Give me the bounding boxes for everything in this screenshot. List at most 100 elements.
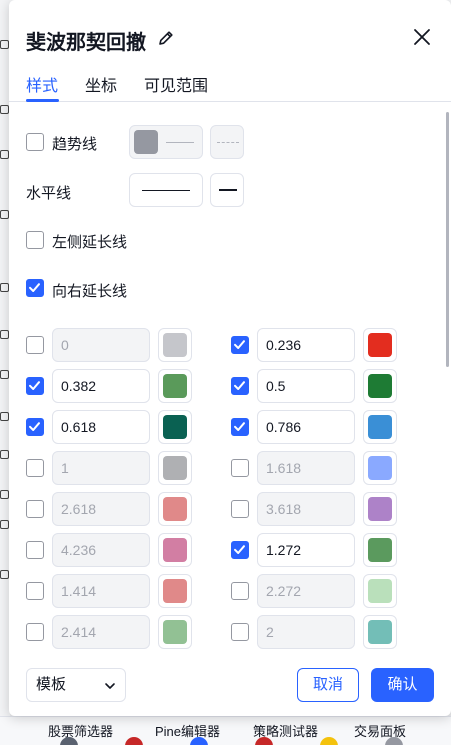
level-10-color-swatch[interactable] (158, 533, 192, 567)
color-fill (368, 579, 392, 603)
level-7-value-input[interactable]: 1.618 (257, 451, 355, 485)
level-13-color-swatch[interactable] (363, 574, 397, 608)
trend-line-color-and-style[interactable] (129, 125, 203, 159)
color-fill (163, 538, 187, 562)
toolbar-tool-icon[interactable] (0, 370, 9, 379)
color-fill (368, 497, 392, 521)
trend-line-label: 趋势线 (52, 136, 98, 153)
level-5-value-input[interactable]: 0.786 (257, 410, 355, 444)
dialog-footer: 模板 取消 确认 (9, 655, 451, 716)
level-12-checkbox[interactable] (26, 582, 44, 600)
level-2-color-swatch[interactable] (158, 369, 192, 403)
level-6-value-input[interactable]: 1 (52, 451, 150, 485)
level-15-value-input[interactable]: 2 (257, 615, 355, 649)
level-14-value-input[interactable]: 2.414 (52, 615, 150, 649)
level-7-color-swatch[interactable] (363, 451, 397, 485)
level-1-color-swatch[interactable] (363, 328, 397, 362)
level-4-value-input[interactable]: 0.618 (52, 410, 150, 444)
level-11-checkbox[interactable] (231, 541, 249, 559)
level-3-value-input[interactable]: 0.5 (257, 369, 355, 403)
level-3-color-swatch[interactable] (363, 369, 397, 403)
level-4-checkbox[interactable] (26, 418, 44, 436)
level-14-color-swatch[interactable] (158, 615, 192, 649)
chevron-down-icon (105, 683, 115, 689)
toolbar-tool-icon[interactable] (0, 412, 9, 421)
template-dropdown-label: 模板 (36, 676, 67, 693)
dialog-title: 斐波那契回撤 (26, 32, 146, 54)
level-13-value-input[interactable]: 2.272 (257, 574, 355, 608)
toolbar-tool-icon[interactable] (0, 150, 9, 159)
toolbar-tool-icon[interactable] (0, 330, 9, 339)
horizontal-line-style-selector[interactable] (210, 173, 244, 207)
level-3-checkbox[interactable] (231, 377, 249, 395)
dialog-header: 斐波那契回撤 (9, 18, 451, 58)
checkmark-icon (234, 545, 245, 554)
toolbar-tool-icon[interactable] (0, 40, 9, 49)
color-fill (368, 374, 392, 398)
bottom-tab-screener[interactable]: 股票筛选器 (48, 721, 113, 740)
color-fill (368, 538, 392, 562)
level-0-value-input[interactable]: 0 (52, 328, 150, 362)
extend-right-checkbox[interactable] (26, 279, 44, 297)
level-0-color-swatch[interactable] (158, 328, 192, 362)
toolbar-tool-icon[interactable] (0, 570, 9, 579)
extend-left-checkbox[interactable] (26, 231, 44, 249)
level-6-checkbox[interactable] (26, 459, 44, 477)
template-dropdown[interactable]: 模板 (26, 668, 126, 702)
checkmark-icon (29, 422, 40, 431)
level-9-checkbox[interactable] (231, 500, 249, 518)
tab-coordinates[interactable]: 坐标 (85, 72, 117, 96)
level-10-checkbox[interactable] (26, 541, 44, 559)
level-5-color-swatch[interactable] (363, 410, 397, 444)
toolbar-tool-icon[interactable] (0, 450, 9, 459)
background-bottom-panel: 股票筛选器 Pine编辑器 策略测试器 交易面板 (0, 716, 451, 745)
horizontal-line-width-selector[interactable] (129, 173, 203, 207)
level-9-color-swatch[interactable] (363, 492, 397, 526)
color-fill (163, 333, 187, 357)
close-icon[interactable] (409, 24, 435, 50)
level-7-checkbox[interactable] (231, 459, 249, 477)
tab-style[interactable]: 样式 (26, 72, 58, 96)
level-8-checkbox[interactable] (26, 500, 44, 518)
level-15-color-swatch[interactable] (363, 615, 397, 649)
level-9-value-input[interactable]: 3.618 (257, 492, 355, 526)
horizontal-line-label: 水平线 (26, 185, 72, 202)
confirm-button[interactable]: 确认 (371, 668, 434, 702)
color-fill (163, 620, 187, 644)
pencil-icon[interactable] (156, 28, 176, 48)
level-12-value-input[interactable]: 1.414 (52, 574, 150, 608)
level-10-value-input[interactable]: 4.236 (52, 533, 150, 567)
level-0-checkbox[interactable] (26, 336, 44, 354)
level-6-color-swatch[interactable] (158, 451, 192, 485)
level-2-checkbox[interactable] (26, 377, 44, 395)
tab-visibility[interactable]: 可见范围 (144, 72, 208, 96)
trend-line-checkbox[interactable] (26, 133, 44, 151)
style-tab-content: 趋势线 水平线 左侧延长线 向右延长线 0 0.236 0.382 0.5 0.618 0… (9, 103, 451, 655)
background-avatar (320, 737, 338, 745)
level-13-checkbox[interactable] (231, 582, 249, 600)
trend-line-dash-style[interactable] (210, 125, 244, 159)
toolbar-tool-icon[interactable] (0, 105, 9, 114)
level-4-color-swatch[interactable] (158, 410, 192, 444)
level-8-color-swatch[interactable] (158, 492, 192, 526)
level-5-checkbox[interactable] (231, 418, 249, 436)
level-14-checkbox[interactable] (26, 623, 44, 641)
extend-right-label: 向右延长线 (52, 283, 128, 300)
color-fill (368, 456, 392, 480)
level-8-value-input[interactable]: 2.618 (52, 492, 150, 526)
level-1-value-input[interactable]: 0.236 (257, 328, 355, 362)
cancel-button[interactable]: 取消 (297, 668, 359, 702)
bottom-tab-pine-editor[interactable]: Pine编辑器 (155, 721, 220, 740)
toolbar-tool-icon[interactable] (0, 520, 9, 529)
toolbar-tool-icon[interactable] (0, 283, 9, 292)
level-2-value-input[interactable]: 0.382 (52, 369, 150, 403)
toolbar-tool-icon[interactable] (0, 210, 9, 219)
level-1-checkbox[interactable] (231, 336, 249, 354)
level-12-color-swatch[interactable] (158, 574, 192, 608)
color-fill (368, 620, 392, 644)
toolbar-tool-icon[interactable] (0, 490, 9, 499)
color-fill (163, 497, 187, 521)
level-11-value-input[interactable]: 1.272 (257, 533, 355, 567)
level-15-checkbox[interactable] (231, 623, 249, 641)
level-11-color-swatch[interactable] (363, 533, 397, 567)
